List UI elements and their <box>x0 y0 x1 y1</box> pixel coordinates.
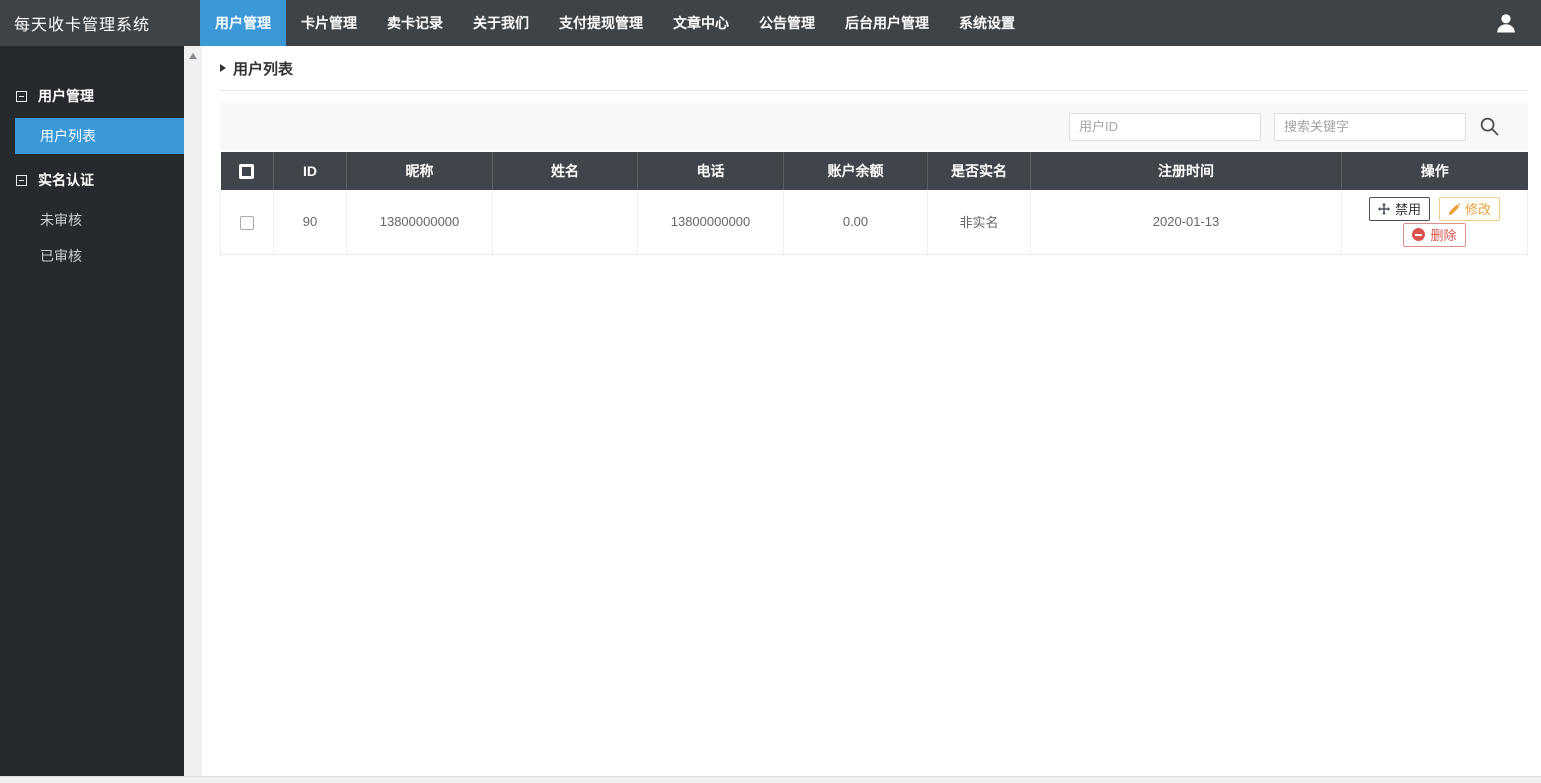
user-id-input[interactable] <box>1069 113 1261 141</box>
column-header-id: ID <box>274 152 347 190</box>
column-header-name: 姓名 <box>493 152 638 190</box>
app-title: 每天收卡管理系统 <box>0 0 200 46</box>
magnifier-icon <box>1479 116 1500 137</box>
nav-item-payment-withdrawal[interactable]: 支付提现管理 <box>544 0 658 46</box>
nav-item-article-center[interactable]: 文章中心 <box>658 0 744 46</box>
nav-item-admin-users[interactable]: 后台用户管理 <box>830 0 944 46</box>
column-header-balance: 账户余额 <box>784 152 928 190</box>
caret-right-icon <box>220 64 226 72</box>
sidebar: 用户管理 用户列表 实名认证 未审核 已审核 <box>0 46 184 783</box>
nav-item-card-management[interactable]: 卡片管理 <box>286 0 372 46</box>
top-bar: 每天收卡管理系统 用户管理 卡片管理 卖卡记录 关于我们 支付提现管理 文章中心… <box>0 0 1541 46</box>
search-toolbar <box>220 103 1528 150</box>
sidebar-item-unreviewed[interactable]: 未审核 <box>0 202 184 238</box>
keyword-search-input[interactable] <box>1274 113 1466 141</box>
cell-nickname: 13800000000 <box>347 190 493 254</box>
collapse-minus-icon <box>16 175 27 186</box>
horizontal-scrollbar[interactable] <box>0 776 1541 783</box>
sidebar-item-user-list[interactable]: 用户列表 <box>15 118 184 154</box>
nav-item-card-sale-records[interactable]: 卖卡记录 <box>372 0 458 46</box>
page-title: 用户列表 <box>233 58 293 79</box>
table-row: 90 13800000000 13800000000 0.00 非实名 2020… <box>221 190 1528 254</box>
table-header-row: ID 昵称 姓名 电话 账户余额 是否实名 注册时间 操作 <box>221 152 1528 190</box>
pencil-icon <box>1448 203 1460 215</box>
main-content: 用户列表 ID 昵称 姓 <box>202 46 1541 783</box>
nav-item-about-us[interactable]: 关于我们 <box>458 0 544 46</box>
page-header: 用户列表 <box>220 46 1528 91</box>
column-header-verified: 是否实名 <box>928 152 1031 190</box>
scrollbar-up-arrow-icon[interactable] <box>189 53 197 59</box>
column-header-phone: 电话 <box>638 152 784 190</box>
cell-phone: 13800000000 <box>638 190 784 254</box>
nav-item-announcement[interactable]: 公告管理 <box>744 0 830 46</box>
sidebar-group-label: 用户管理 <box>38 86 94 106</box>
sidebar-item-reviewed[interactable]: 已审核 <box>0 238 184 274</box>
cell-name <box>493 190 638 254</box>
vertical-scrollbar[interactable] <box>184 46 202 783</box>
column-header-registered: 注册时间 <box>1031 152 1342 190</box>
select-all-checkbox[interactable] <box>239 164 254 179</box>
nav-item-user-management[interactable]: 用户管理 <box>200 0 286 46</box>
cell-verified: 非实名 <box>928 190 1031 254</box>
row-actions: 禁用 修改 删除 <box>1342 197 1527 247</box>
column-header-actions: 操作 <box>1342 152 1528 190</box>
minus-circle-icon <box>1412 228 1425 241</box>
move-arrows-icon <box>1378 203 1390 215</box>
sidebar-group-user-management[interactable]: 用户管理 <box>0 74 184 118</box>
edit-button[interactable]: 修改 <box>1439 197 1500 221</box>
cell-balance: 0.00 <box>784 190 928 254</box>
collapse-minus-icon <box>16 91 27 102</box>
top-nav: 用户管理 卡片管理 卖卡记录 关于我们 支付提现管理 文章中心 公告管理 后台用… <box>200 0 1030 46</box>
cell-registered: 2020-01-13 <box>1031 190 1342 254</box>
user-avatar-icon[interactable] <box>1495 12 1517 34</box>
row-checkbox[interactable] <box>240 216 254 230</box>
disable-button[interactable]: 禁用 <box>1369 197 1430 221</box>
search-button[interactable] <box>1479 116 1500 137</box>
column-header-nickname: 昵称 <box>347 152 493 190</box>
nav-item-system-settings[interactable]: 系统设置 <box>944 0 1030 46</box>
cell-id: 90 <box>274 190 347 254</box>
sidebar-group-label: 实名认证 <box>38 170 94 190</box>
delete-button[interactable]: 删除 <box>1403 223 1465 247</box>
sidebar-group-realname-auth[interactable]: 实名认证 <box>0 158 184 202</box>
user-table: ID 昵称 姓名 电话 账户余额 是否实名 注册时间 操作 90 1380000… <box>220 152 1528 255</box>
